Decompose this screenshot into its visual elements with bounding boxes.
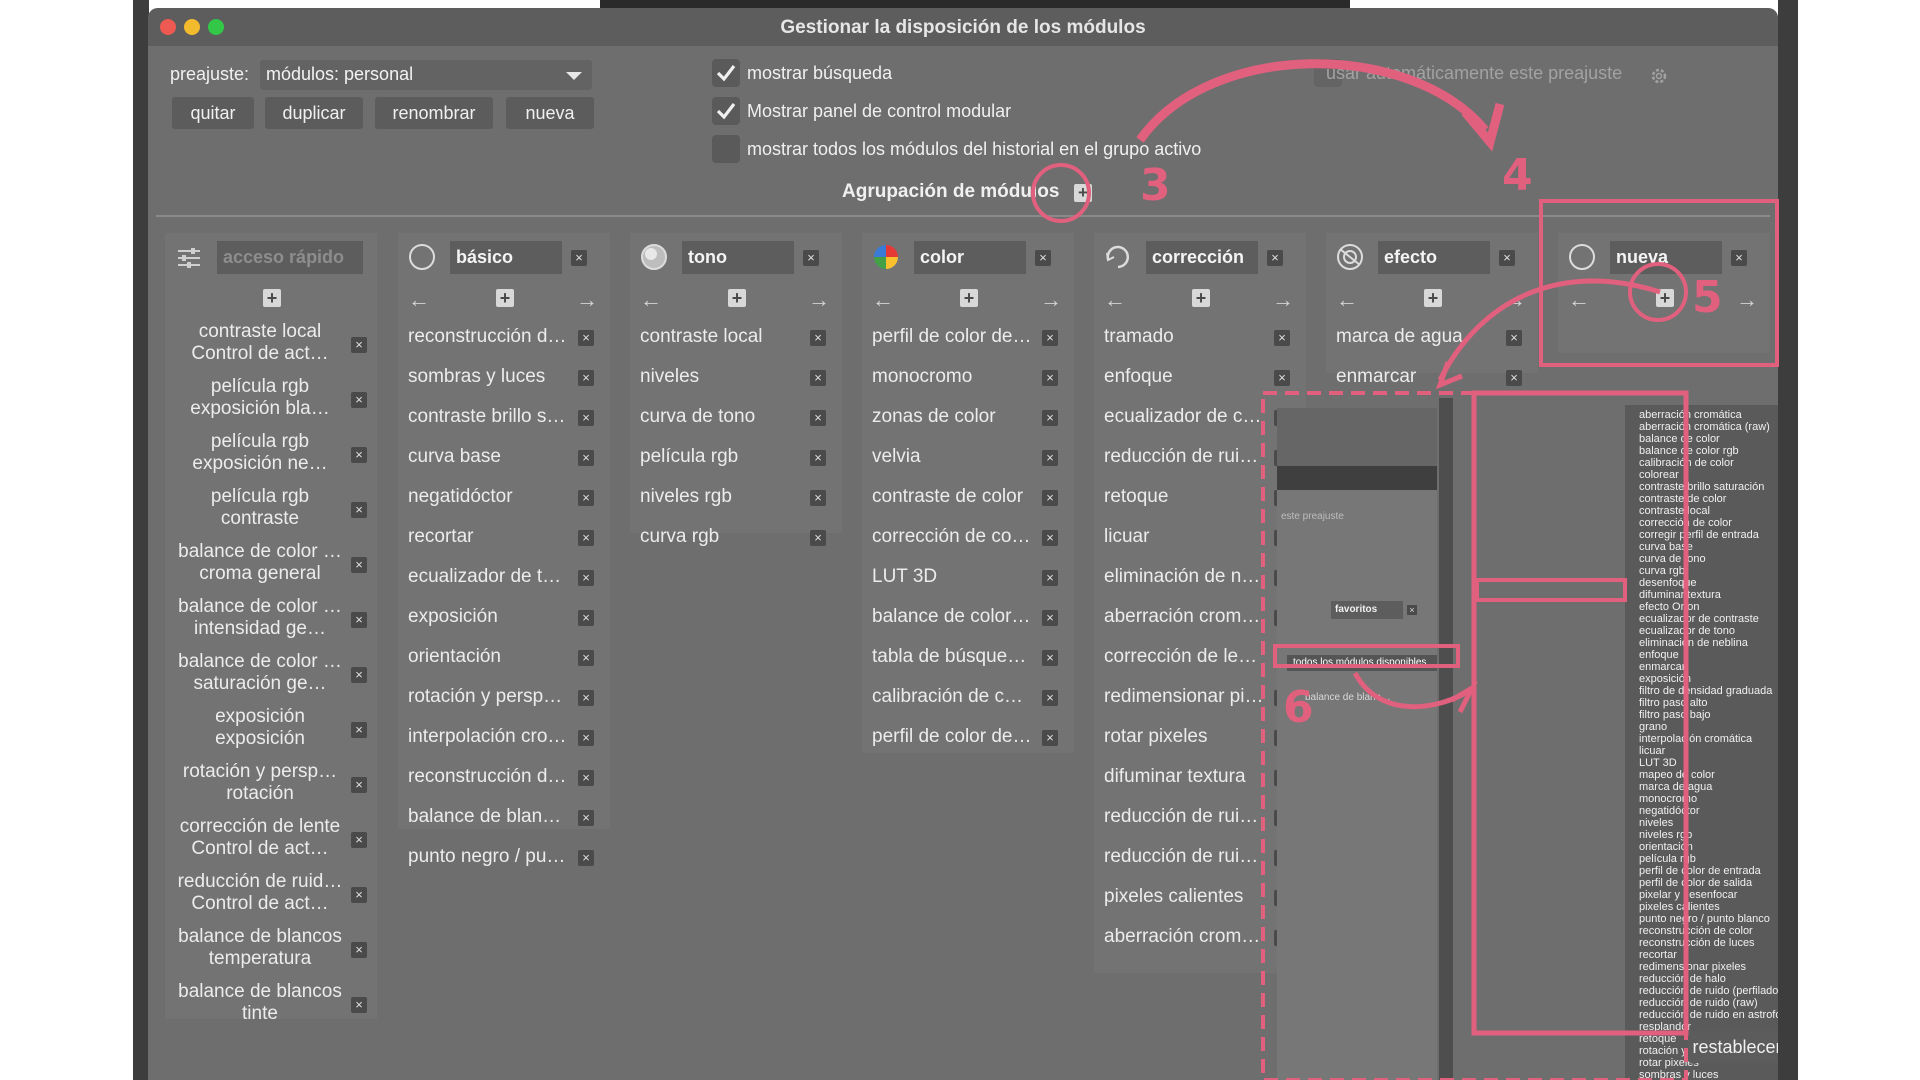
annotation-highlight-item <box>1475 578 1627 602</box>
annotation-label-6: 6 <box>1283 682 1314 733</box>
annotation-box-module-list <box>1471 390 1689 1036</box>
annotation-arrow-4 <box>1136 59 1489 143</box>
annotation-label-4: 4 <box>1502 150 1533 201</box>
annotation-label-5: 5 <box>1692 272 1723 323</box>
annotation-arrowhead-5 <box>1435 361 1463 390</box>
annotation-label-3: 3 <box>1140 160 1171 211</box>
annotation-layer <box>1031 59 1779 1080</box>
annotation-arrow-6 <box>1352 671 1472 710</box>
annotation-circle-3 <box>1031 163 1091 223</box>
annotation-arrowhead-6 <box>1450 681 1479 714</box>
annotation-box-all-modules <box>1273 644 1460 668</box>
